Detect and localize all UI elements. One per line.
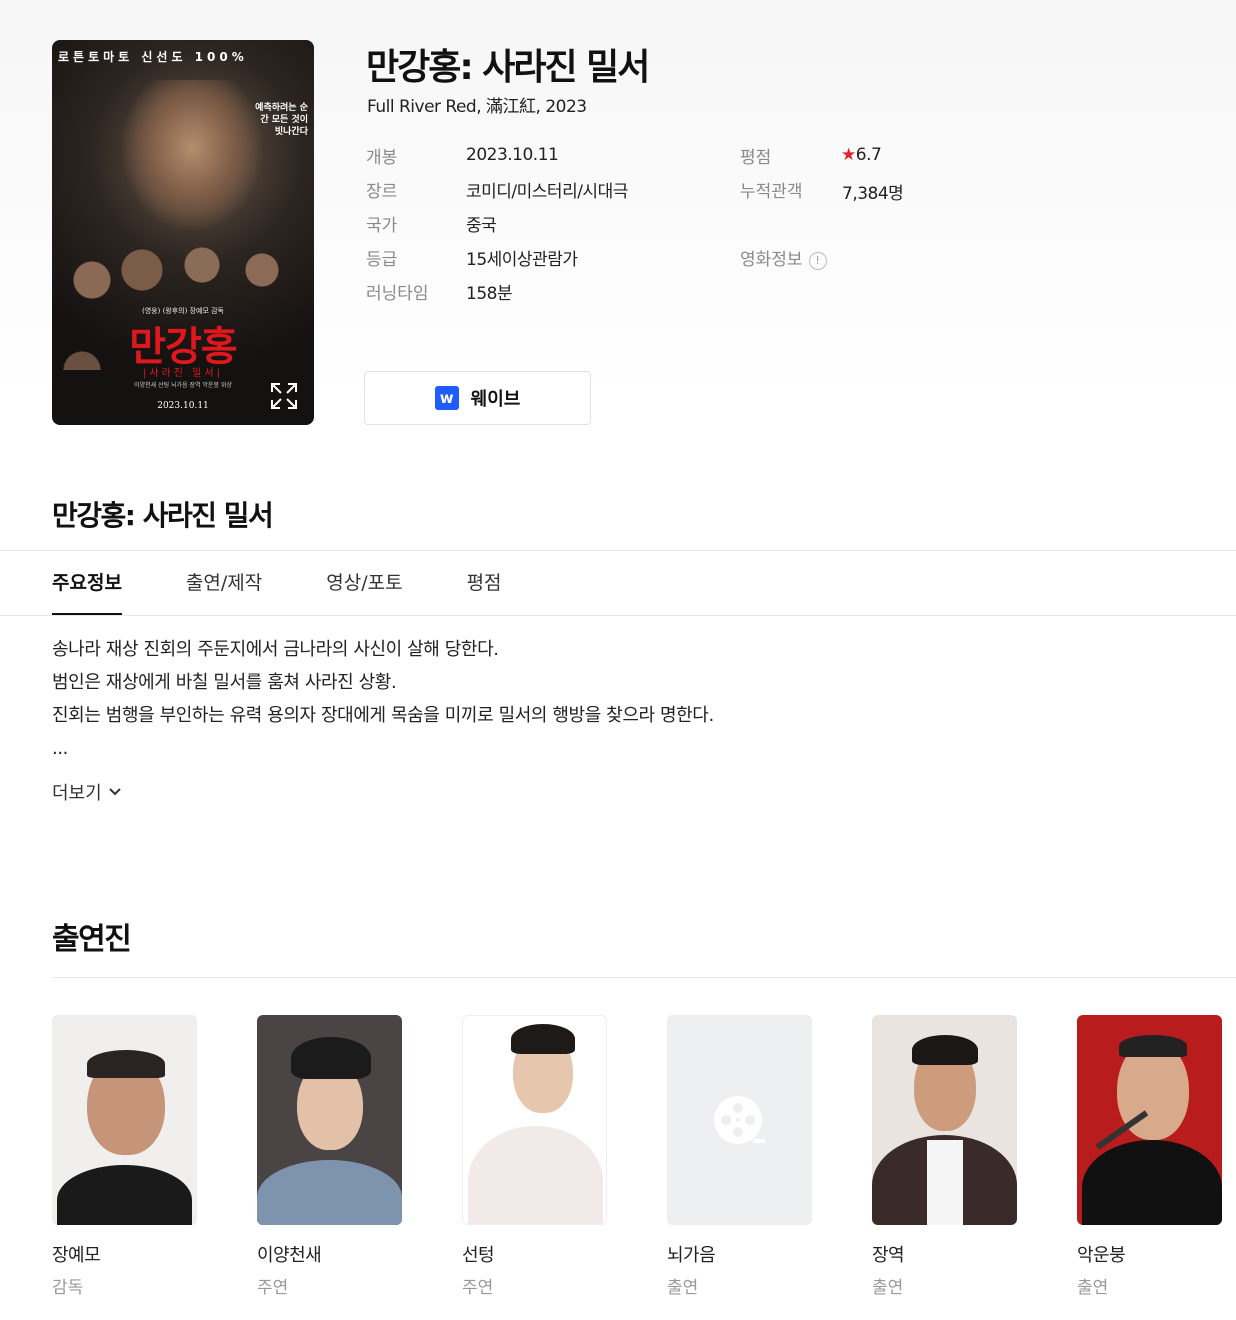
movie-title: 만강홍: 사라진 밀서 (366, 47, 650, 88)
chevron-down-icon (108, 788, 121, 796)
score-label: 평점 (740, 148, 772, 168)
cast-role: 출연 (667, 1278, 699, 1298)
cast-section-title: 출연진 (52, 922, 132, 957)
cast-card[interactable]: 선텅 주연 (462, 1015, 607, 1298)
country-label: 국가 (366, 216, 398, 236)
cast-role: 주연 (257, 1278, 289, 1298)
synopsis-line: ... (52, 738, 68, 759)
movie-info-label: 영화정보 (740, 250, 803, 270)
wavve-logo-icon: w (434, 386, 459, 410)
poster-badge: 로튼토마토 신선도 100% (58, 50, 248, 64)
tab-bar: 주요정보 출연/제작 영상/포토 평점 (52, 551, 566, 615)
tab-cast-crew[interactable]: 출연/제작 (186, 551, 262, 615)
movie-poster[interactable]: 로튼토마토 신선도 100% 예측하려는 순간 모든 것이 빗나간다 (영웅) … (52, 40, 314, 425)
genre-value: 코미디/미스터리/시대극 (466, 182, 628, 202)
cast-photo-placeholder (667, 1015, 812, 1225)
release-label: 개봉 (366, 148, 398, 168)
tab-main-info[interactable]: 주요정보 (52, 551, 122, 615)
tab-video-photo[interactable]: 영상/포토 (326, 551, 402, 615)
cast-name: 뇌가음 (667, 1245, 716, 1266)
cast-role: 주연 (462, 1278, 494, 1298)
cast-name: 악운붕 (1077, 1245, 1126, 1266)
cast-photo (257, 1015, 402, 1225)
audience-value: 7,384명 (842, 184, 904, 204)
movie-info-link[interactable]: 영화정보! (740, 245, 827, 270)
divider (0, 615, 1236, 616)
cast-name: 장역 (872, 1245, 905, 1266)
cast-role: 출연 (872, 1278, 904, 1298)
tab-reviews[interactable]: 평점 (467, 551, 502, 615)
synopsis: 송나라 재상 진회의 주둔지에서 금나라의 사신이 살해 당한다. 범인은 재상… (52, 633, 714, 765)
cast-photo (1077, 1015, 1222, 1225)
synopsis-line: 진회는 범행을 부인하는 유력 용의자 장대에게 목숨을 미끼로 밀서의 행방을… (52, 705, 714, 726)
cast-card[interactable]: 이양천새 주연 (257, 1015, 402, 1298)
star-icon: ★ (841, 145, 856, 165)
cast-card[interactable]: 악운붕 출연 (1077, 1015, 1222, 1298)
score-value: 6.7 (855, 145, 882, 165)
rating-label: 등급 (366, 250, 398, 270)
cast-role: 감독 (52, 1278, 84, 1298)
cast-role: 출연 (1077, 1278, 1109, 1298)
film-reel-icon (714, 1096, 765, 1144)
cast-name: 선텅 (462, 1245, 495, 1266)
release-value: 2023.10.11 (466, 145, 559, 165)
poster-lead-face (122, 80, 262, 230)
cast-card[interactable]: 장예모 감독 (52, 1015, 197, 1298)
cast-card[interactable]: 뇌가음 출연 (667, 1015, 812, 1298)
synopsis-line: 범인은 재상에게 바칠 밀서를 훔쳐 사라진 상황. (52, 672, 397, 693)
expand-icon[interactable] (270, 382, 298, 410)
divider (52, 977, 1236, 978)
runtime-label: 러닝타임 (366, 284, 429, 304)
cast-card[interactable]: 장역 출연 (872, 1015, 1017, 1298)
watch-wavve-button[interactable]: w 웨이브 (364, 371, 591, 425)
cast-name: 이양천새 (257, 1245, 322, 1266)
runtime-value: 158분 (466, 284, 513, 304)
cast-name: 장예모 (52, 1245, 101, 1266)
poster-subtitle: |사라진 밀서| (143, 368, 223, 379)
synopsis-line: 송나라 재상 진회의 주둔지에서 금나라의 사신이 살해 당한다. (52, 639, 499, 660)
watch-provider-label: 웨이브 (470, 389, 521, 410)
cast-photo (52, 1015, 197, 1225)
info-icon[interactable]: ! (808, 252, 827, 270)
more-button[interactable]: 더보기 (52, 779, 122, 805)
genre-label: 장르 (366, 182, 398, 202)
score-value-group: ★6.7 (841, 145, 882, 165)
poster-tagline: 예측하려는 순간 모든 것이 빗나간다 (255, 103, 308, 137)
audience-label: 누적관객 (740, 182, 803, 202)
cast-photo (872, 1015, 1017, 1225)
country-value: 중국 (466, 216, 497, 236)
rating-value: 15세이상관람가 (466, 250, 578, 270)
more-label: 더보기 (52, 783, 102, 804)
movie-subtitle: Full River Red, 滿江紅, 2023 (367, 97, 587, 117)
cast-list: 장예모 감독 이양천새 주연 선텅 주연 뇌가음 출연 장역 출연 악운붕 출연 (52, 1015, 1236, 1305)
cast-photo (462, 1015, 607, 1225)
section-title: 만강홍: 사라진 밀서 (52, 499, 274, 532)
